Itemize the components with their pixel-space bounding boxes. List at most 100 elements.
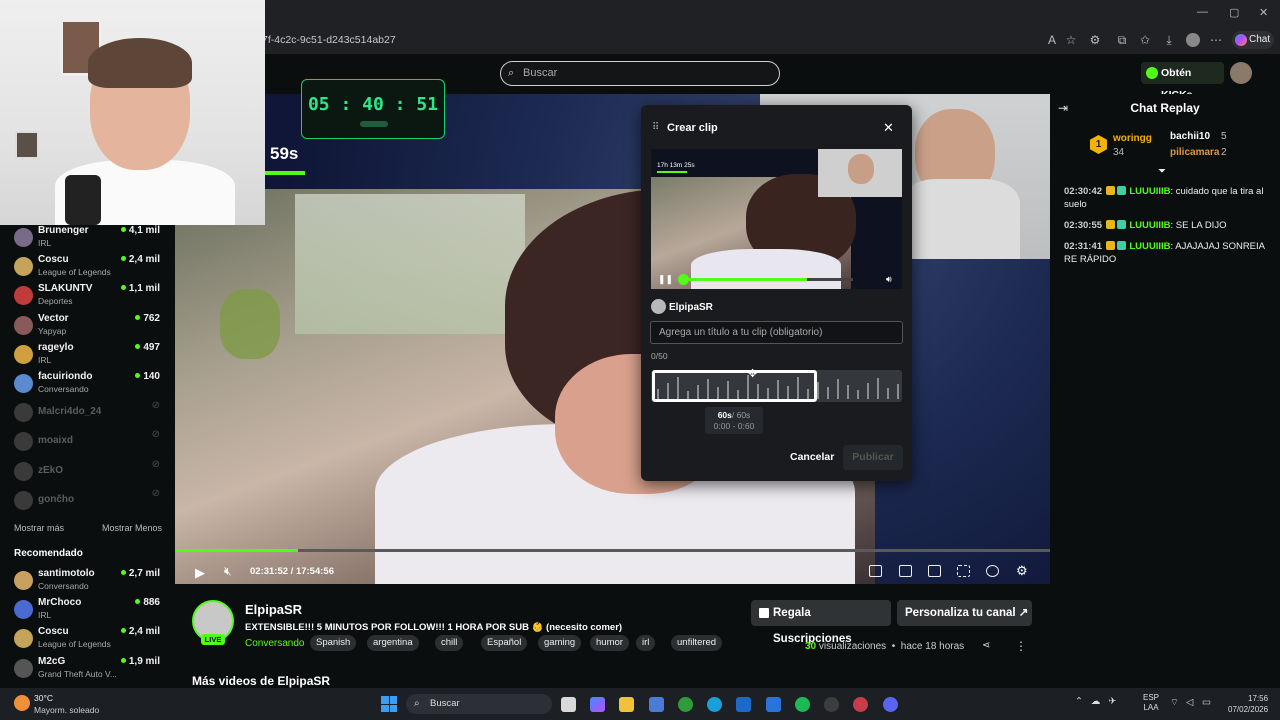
sidebar-channel[interactable]: facuiriondo Conversando 140 [14, 371, 174, 399]
extensions-icon[interactable]: ⚙ [1088, 33, 1102, 47]
maximize-icon[interactable]: ▢ [1229, 6, 1239, 19]
sidebar-channel[interactable]: gončho ⊘ [14, 488, 174, 516]
favorites-icon[interactable]: ✩ [1138, 33, 1152, 47]
profile-icon[interactable] [1186, 33, 1200, 47]
address-bar[interactable]: 7f-4c2c-9c51-d243c514ab27 [262, 34, 396, 46]
cancel-button[interactable]: Cancelar [790, 451, 834, 463]
stream-tag[interactable]: humor [590, 635, 629, 651]
fullscreen-icon[interactable] [957, 565, 970, 577]
sidebar-channel[interactable]: zEkO ⊘ [14, 459, 174, 487]
user-avatar[interactable] [1230, 62, 1252, 84]
message-user[interactable]: LUUUIIIB [1129, 186, 1170, 197]
sidebar-channel[interactable]: Brunenger IRL 4,1 mil [14, 225, 174, 253]
stream-tag[interactable]: unfiltered [671, 635, 723, 651]
video-player[interactable] [175, 94, 1050, 584]
discord-icon[interactable] [883, 697, 898, 712]
language-indicator[interactable]: ESP LAA [1143, 693, 1159, 713]
chevron-up-icon[interactable]: ⌃ [1075, 696, 1083, 707]
message-user[interactable]: LUUUIIIB [1129, 220, 1170, 231]
more-menu-icon[interactable]: ⋯ [1209, 33, 1223, 47]
clip-preview[interactable]: 17h 13m 25s [651, 149, 902, 289]
sidebar-channel[interactable]: moaixd ⊘ [14, 429, 174, 457]
system-tray[interactable]: ⌃ ☁ ✈ [1075, 696, 1116, 707]
favorite-star-icon[interactable]: ☆ [1064, 33, 1078, 47]
recommended-channel[interactable]: M2cG Grand Theft Auto V... 1,9 mil [14, 656, 174, 684]
leader-name[interactable]: bachii10 [1170, 131, 1210, 142]
volume-tray-icon[interactable]: ◁ [1186, 697, 1193, 708]
copilot-chat-button[interactable]: Chat [1232, 31, 1274, 49]
stream-tag[interactable]: irl [636, 635, 656, 651]
task-view-icon[interactable] [561, 697, 576, 712]
sidebar-channel[interactable]: Coscu League of Legends 2,4 mil [14, 254, 174, 282]
battery-icon[interactable]: ▭ [1202, 697, 1211, 708]
clip-selection-handle[interactable] [652, 370, 817, 402]
obs-icon[interactable] [853, 697, 868, 712]
settings-gear-icon[interactable]: ⚙ [1016, 563, 1028, 579]
minimize-icon[interactable]: — [1197, 6, 1208, 18]
downloads-icon[interactable]: ⤓ [1162, 33, 1176, 47]
channel-avatar [14, 629, 33, 649]
spotify-icon[interactable] [795, 697, 810, 712]
edge-icon[interactable] [707, 697, 722, 712]
stream-tag[interactable]: gaming [538, 635, 582, 651]
onedrive-icon[interactable]: ☁ [1091, 696, 1101, 707]
visual-studio-icon[interactable] [766, 697, 781, 712]
leader-name[interactable]: pilicamara [1170, 147, 1219, 158]
clip-icon[interactable] [899, 565, 912, 577]
file-explorer-icon[interactable] [619, 697, 634, 712]
system-clock[interactable]: 17:56 07/02/2026 [1228, 693, 1268, 715]
outlook-icon[interactable] [736, 697, 751, 712]
pause-icon[interactable]: ❚❚ [658, 274, 673, 285]
live-dot-icon [120, 227, 126, 232]
speed-icon[interactable] [986, 565, 999, 577]
preview-seek-handle[interactable] [678, 274, 689, 285]
read-aloud-icon[interactable]: A [1045, 33, 1059, 47]
taskbar-search[interactable]: ⌕ Buscar [406, 694, 552, 714]
show-less-button[interactable]: Mostrar Menos [102, 523, 162, 533]
sidebar-channel[interactable]: SLAKUNTV Deportes 1,1 mil [14, 283, 174, 311]
recommended-channel[interactable]: MrChoco IRL 886 [14, 597, 174, 625]
mute-icon[interactable]: 🔇︎ [224, 564, 232, 579]
chat-filter-icon[interactable]: ⏷ [1158, 166, 1166, 177]
volume-icon[interactable]: 🔊︎ [886, 274, 892, 285]
more-options-icon[interactable]: ⋮ [1015, 639, 1027, 653]
close-window-icon[interactable]: ✕ [1259, 6, 1268, 19]
share-icon[interactable]: ⋖ [982, 640, 990, 651]
store-icon[interactable] [649, 697, 664, 712]
stream-tag[interactable]: chill [435, 635, 464, 651]
steam-icon[interactable] [824, 697, 839, 712]
recommended-channel[interactable]: santimotolo Conversando 2,7 mil [14, 568, 174, 596]
message-user[interactable]: LUUUIIIB [1129, 241, 1170, 252]
recommended-channel[interactable]: Coscu League of Legends 2,4 mil [14, 626, 174, 654]
get-kicks-button[interactable]: Obtén KICKs [1141, 62, 1224, 101]
stream-category[interactable]: Conversando [245, 638, 304, 649]
video-progress-bar[interactable] [175, 549, 1050, 552]
stream-tag[interactable]: Spanish [310, 635, 357, 651]
weather-icon[interactable] [14, 695, 30, 711]
close-icon[interactable]: ✕ [883, 120, 894, 136]
sidebar-channel[interactable]: rageylo IRL 497 [14, 342, 174, 370]
copilot-app-icon[interactable] [590, 697, 605, 712]
pip-icon[interactable] [869, 565, 882, 577]
play-icon[interactable]: ▶ [195, 565, 205, 581]
windows-start-icon[interactable] [381, 696, 397, 712]
stream-tag[interactable]: argentina [367, 635, 419, 651]
xbox-icon[interactable] [678, 697, 693, 712]
publish-button[interactable]: Publicar [843, 445, 903, 470]
sidebar-channel[interactable]: Vector Yapyap 762 [14, 313, 174, 341]
countdown-timer: 05 : 40 : 51 [301, 79, 445, 139]
show-more-button[interactable]: Mostrar más [14, 523, 64, 533]
split-screen-icon[interactable]: ⧉ [1115, 33, 1129, 47]
theater-mode-icon[interactable] [928, 565, 941, 577]
sidebar-channel[interactable]: Malcri4do_24 ⊘ [14, 400, 174, 428]
leader-name[interactable]: woringg [1113, 133, 1152, 144]
network-icon[interactable]: ✈ [1108, 696, 1116, 707]
clip-title-input[interactable] [650, 321, 903, 344]
drag-handle-icon[interactable]: ⠿ [652, 122, 659, 133]
channel-name[interactable]: ElpipaSR [245, 602, 302, 617]
stream-tag[interactable]: Español [481, 635, 528, 651]
wifi-icon[interactable]: ⌔ [1170, 697, 1179, 708]
search-input[interactable]: ⌕ Buscar [500, 61, 780, 86]
customize-channel-button[interactable]: Personaliza tu canal ↗ [897, 600, 1032, 626]
gift-subs-button[interactable]: Regala Suscripciones [751, 600, 891, 645]
